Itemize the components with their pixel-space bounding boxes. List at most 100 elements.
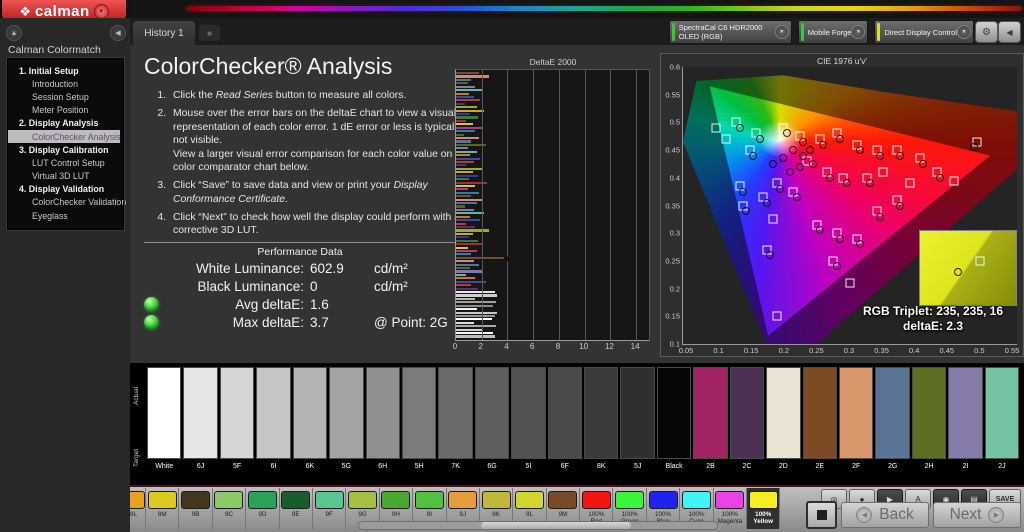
delta-bar[interactable]: [456, 332, 493, 334]
color-patch-9b[interactable]: 9B: [179, 488, 212, 529]
delta-bar[interactable]: [456, 185, 475, 187]
delta-bar[interactable]: [456, 158, 480, 160]
chevron-down-icon[interactable]: ▼: [775, 25, 789, 39]
tree-item-eyeglass[interactable]: Eyeglass: [8, 209, 123, 222]
delta-bar[interactable]: [456, 99, 480, 101]
color-patch-8l[interactable]: 8L: [130, 488, 146, 529]
delta-bar[interactable]: [456, 154, 470, 156]
hardware-dropdown-1[interactable]: Mobile Forge▼: [798, 20, 869, 44]
logo-menu-chevron-icon[interactable]: ▼: [94, 4, 109, 19]
delta-bar[interactable]: [456, 147, 468, 149]
delta-bar[interactable]: [456, 294, 497, 296]
tree-item-virtual-3d-lut[interactable]: Virtual 3D LUT: [8, 170, 123, 183]
color-patch-100-yellow[interactable]: 100% Yellow: [747, 488, 780, 529]
tree-item-colorchecker-analysis[interactable]: ColorChecker Analysis: [8, 130, 120, 143]
delta-bar[interactable]: [456, 110, 484, 112]
delta-bar[interactable]: [456, 253, 471, 255]
next-button[interactable]: Next ▶: [933, 502, 1021, 528]
delta-bar[interactable]: [456, 274, 466, 276]
delta-bar[interactable]: [456, 168, 483, 170]
color-patch-9c[interactable]: 9C: [213, 488, 246, 529]
delta-bar[interactable]: [456, 229, 489, 231]
delta-bar[interactable]: [456, 175, 478, 177]
delta-bar[interactable]: [456, 205, 465, 207]
tree-item-colorchecker-validation[interactable]: ColorChecker Validation: [8, 196, 123, 209]
delta-bar[interactable]: [456, 312, 497, 314]
hardware-dropdown-0[interactable]: SpectraCal C6 HDR2000 OLED (RGB)▼: [669, 20, 792, 44]
delta-bar[interactable]: [456, 106, 477, 108]
delta-bar[interactable]: [456, 270, 482, 272]
delta-bar[interactable]: [456, 178, 469, 180]
tree-item-4-display-validation[interactable]: 4. Display Validation: [8, 183, 123, 196]
delta-bar[interactable]: [456, 75, 489, 77]
delta-bar[interactable]: [456, 308, 477, 310]
delta-bar[interactable]: [456, 335, 495, 337]
delta-bar[interactable]: [456, 284, 471, 286]
delta-bar[interactable]: [456, 192, 479, 194]
delta-bar[interactable]: [456, 288, 478, 290]
delta-bar[interactable]: [456, 137, 479, 139]
tab-add-button[interactable]: ■: [199, 25, 220, 41]
color-patch-8m[interactable]: 8M: [146, 488, 179, 529]
chevron-down-icon[interactable]: ▼: [957, 25, 971, 39]
delta-bar[interactable]: [456, 86, 475, 88]
delta-bar[interactable]: [456, 305, 493, 307]
delta-bar[interactable]: [456, 236, 469, 238]
delta-bar[interactable]: [456, 164, 466, 166]
delta-bar[interactable]: [456, 134, 464, 136]
tree-item-session-setup[interactable]: Session Setup: [8, 90, 123, 103]
hardware-dropdown-2[interactable]: Direct Display Control▼: [874, 20, 974, 44]
delta-bar[interactable]: [456, 116, 478, 118]
delta-bar[interactable]: [456, 216, 470, 218]
patch-scrollbar-thumb[interactable]: [481, 522, 631, 529]
delta-bar[interactable]: [456, 123, 473, 125]
sidebar-back-button[interactable]: ▲: [6, 25, 22, 41]
delta-bar[interactable]: [456, 301, 496, 303]
stop-button[interactable]: [806, 501, 837, 529]
color-patch-9e[interactable]: 9E: [280, 488, 313, 529]
delta-bar[interactable]: [456, 247, 468, 249]
delta-bar[interactable]: [456, 171, 473, 173]
delta-bar[interactable]: [456, 277, 475, 279]
delta-bar[interactable]: [456, 72, 479, 74]
delta-bar[interactable]: [456, 82, 468, 84]
delta-bar[interactable]: [456, 79, 471, 81]
delta-bar[interactable]: [456, 223, 466, 225]
delta-bar[interactable]: [456, 233, 473, 235]
tab-history[interactable]: History 1: [133, 21, 195, 45]
back-button[interactable]: ◀ Back: [841, 502, 929, 528]
delta-bar[interactable]: [456, 103, 465, 105]
sidebar-collapse-button[interactable]: ◀: [110, 25, 126, 41]
tree-item-3-display-calibration[interactable]: 3. Display Calibration: [8, 143, 123, 156]
delta-bar[interactable]: [456, 130, 475, 132]
color-patch-9f[interactable]: 9F: [313, 488, 346, 529]
delta-bar[interactable]: [456, 226, 475, 228]
delta-bar[interactable]: [456, 329, 482, 331]
color-patch-100-magenta[interactable]: 100% Magenta: [714, 488, 747, 529]
delta-bar[interactable]: [456, 96, 474, 98]
delta-bar[interactable]: [456, 127, 482, 129]
delta-bar[interactable]: [456, 202, 477, 204]
delta-bar[interactable]: [456, 113, 470, 115]
delta-bar[interactable]: [456, 219, 480, 221]
delta-bar[interactable]: [456, 212, 484, 214]
delta-bar[interactable]: [456, 322, 474, 324]
delta-bar[interactable]: [456, 140, 471, 142]
delta-bar[interactable]: [456, 325, 496, 327]
panel-collapse-button[interactable]: ◀: [998, 21, 1021, 43]
tree-item-meter-position[interactable]: Meter Position: [8, 104, 123, 117]
delta-bar[interactable]: [456, 264, 479, 266]
color-patch-9d[interactable]: 9D: [246, 488, 279, 529]
delta-bar[interactable]: [456, 240, 478, 242]
delta-bar[interactable]: [456, 209, 474, 211]
delta-bar[interactable]: [456, 151, 477, 153]
delta-bar[interactable]: [456, 89, 483, 91]
delta-bar[interactable]: [456, 93, 469, 95]
delta-bar[interactable]: [456, 315, 495, 317]
patch-scrollbar[interactable]: [358, 521, 718, 530]
delta-bar[interactable]: [456, 260, 474, 262]
delta-bar[interactable]: [456, 298, 475, 300]
chevron-down-icon[interactable]: ▼: [851, 25, 865, 39]
delta-bar[interactable]: [456, 318, 492, 320]
delta-bar[interactable]: [456, 199, 482, 201]
